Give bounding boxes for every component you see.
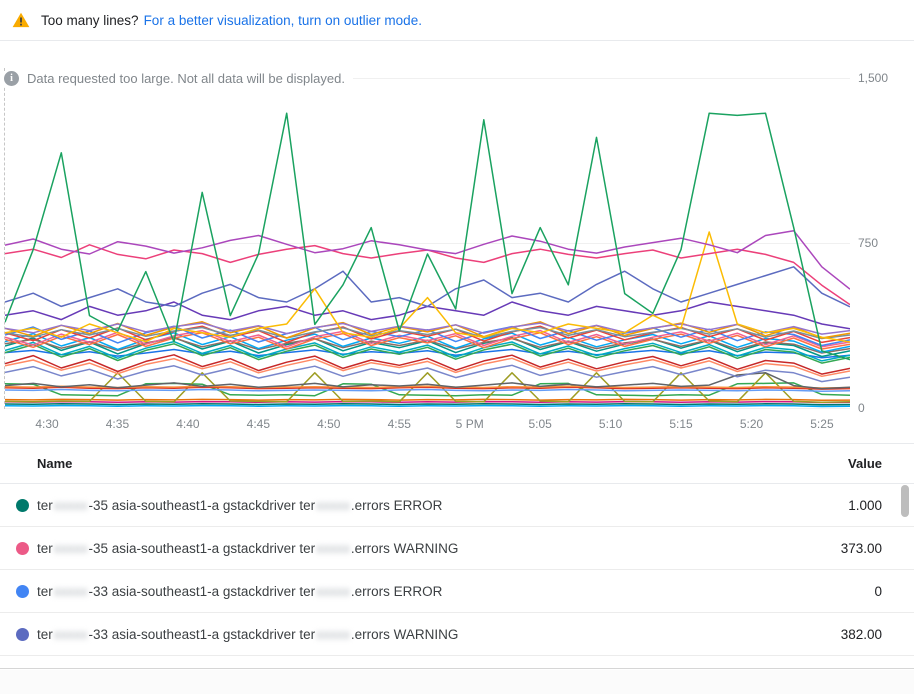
legend-rows: terxxxxx-35 asia-southeast1-a gstackdriv… xyxy=(0,484,914,656)
series-name: terxxxxx-35 asia-southeast1-a gstackdriv… xyxy=(37,541,458,556)
redacted-text: xxxxx xyxy=(315,627,351,642)
x-tick-label: 4:55 xyxy=(388,417,411,431)
x-axis-labels: 4:30 4:35 4:40 4:45 4:50 4:55 5 PM 5:05 5:10 5:15… xyxy=(0,417,914,433)
redacted-text: xxxxx xyxy=(53,584,89,599)
redacted-text: xxxxx xyxy=(53,627,89,642)
notice-text: Data requested too large. Not all data w… xyxy=(27,71,345,86)
outlier-mode-link[interactable]: For a better visualization, turn on outl… xyxy=(144,13,422,28)
y-tick-label: 750 xyxy=(858,236,908,250)
series-value: 0 xyxy=(874,584,882,599)
redacted-text: xxxxx xyxy=(53,498,89,513)
chart-line-series xyxy=(5,113,850,359)
legend-row[interactable]: terxxxxx-33 asia-southeast1-a gstackdriv… xyxy=(0,613,914,656)
series-color-dot xyxy=(16,542,29,555)
chart-section: 1,500 750 0 i Data requested too large. No… xyxy=(0,41,914,443)
legend-scrollbar-thumb[interactable] xyxy=(901,485,909,517)
series-name: terxxxxx-35 asia-southeast1-a gstackdriv… xyxy=(37,498,442,513)
info-icon: i xyxy=(4,71,19,86)
warning-triangle-icon xyxy=(12,12,30,28)
series-color-dot xyxy=(16,628,29,641)
chart-line-series xyxy=(5,399,850,400)
series-color-dot xyxy=(16,499,29,512)
chart-line-series xyxy=(5,355,850,374)
x-tick-label: 4:50 xyxy=(317,417,340,431)
x-tick-label: 4:30 xyxy=(35,417,58,431)
gridline xyxy=(5,408,850,409)
redacted-text: xxxxx xyxy=(315,541,351,556)
x-tick-label: 5:05 xyxy=(528,417,551,431)
banner-message: Too many lines? xyxy=(41,13,139,28)
x-tick-label: 5:15 xyxy=(669,417,692,431)
y-tick-label: 0 xyxy=(858,401,908,415)
timeseries-chart-canvas[interactable] xyxy=(5,78,850,408)
legend-row[interactable]: terxxxxx-35 asia-southeast1-a gstackdriv… xyxy=(0,484,914,527)
x-tick-label: 5 PM xyxy=(456,417,484,431)
bottom-empty-area xyxy=(0,670,914,694)
monitoring-chart-page: Too many lines? For a better visualizati… xyxy=(0,0,914,694)
redacted-text: xxxxx xyxy=(315,498,351,513)
x-tick-label: 5:10 xyxy=(599,417,622,431)
x-tick-label: 4:45 xyxy=(247,417,270,431)
series-value: 1.000 xyxy=(848,498,882,513)
series-value: 373.00 xyxy=(841,541,882,556)
series-name: terxxxxx-33 asia-southeast1-a gstackdriv… xyxy=(37,584,442,599)
series-color-dot xyxy=(16,585,29,598)
redacted-text: xxxxx xyxy=(53,541,89,556)
y-tick-label: 1,500 xyxy=(858,71,908,85)
chart-line-series xyxy=(5,406,850,407)
data-truncation-notice: i Data requested too large. Not all data… xyxy=(4,71,353,86)
legend-row[interactable]: terxxxxx-33 asia-southeast1-a gstackdriv… xyxy=(0,570,914,613)
warning-banner: Too many lines? For a better visualizati… xyxy=(0,0,914,41)
legend-row[interactable]: terxxxxx-35 asia-southeast1-a gstackdriv… xyxy=(0,527,914,570)
x-tick-label: 4:40 xyxy=(176,417,199,431)
series-value: 382.00 xyxy=(841,627,882,642)
x-tick-label: 4:35 xyxy=(106,417,129,431)
x-tick-label: 5:20 xyxy=(740,417,763,431)
series-name: terxxxxx-33 asia-southeast1-a gstackdriv… xyxy=(37,627,458,642)
legend-column-name: Name xyxy=(37,456,72,471)
redacted-text: xxxxx xyxy=(315,584,351,599)
legend-header-row: Name Value xyxy=(0,444,914,484)
x-tick-label: 5:25 xyxy=(810,417,833,431)
legend-column-value: Value xyxy=(848,456,882,471)
chart-line-series xyxy=(5,404,850,405)
legend-table: Name Value terxxxxx-35 asia-southeast1-a… xyxy=(0,443,914,669)
